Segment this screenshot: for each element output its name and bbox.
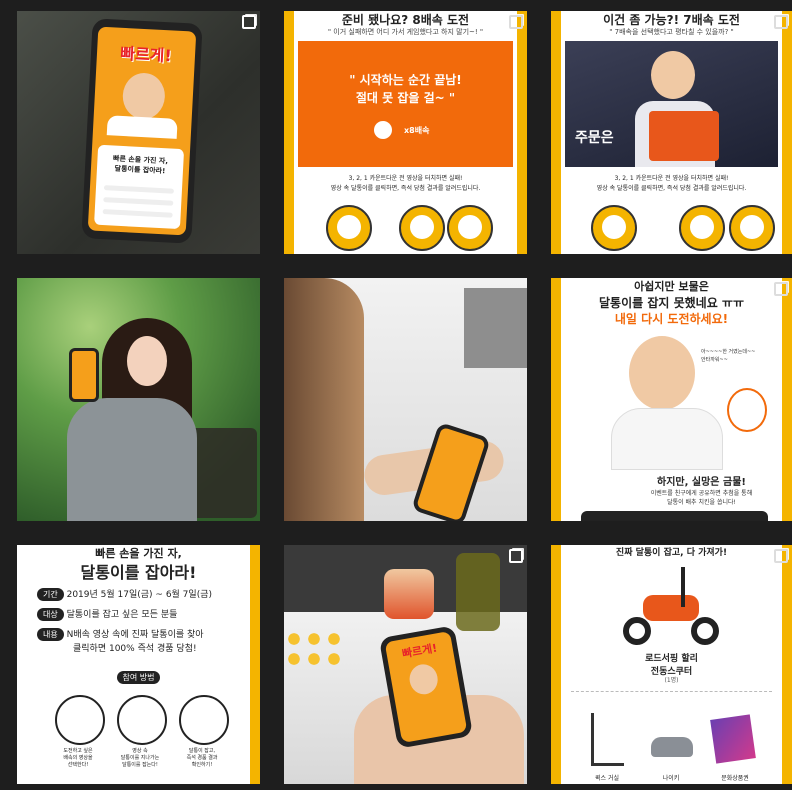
post-tile-6[interactable]: 아쉽지만 보물은 달통이를 잡지 못했네요 ㅠㅠ 내일 다시 도전하세요! 아~… — [551, 278, 792, 521]
multi-post-icon — [509, 15, 523, 29]
post-tile-9[interactable]: 진짜 달통이 잡고, 다 가져가! 로드서핑 할리 전동스쿠터 (1명) 퀵스 … — [551, 545, 792, 784]
post-tile-8[interactable]: 빠르게! — [284, 545, 527, 784]
tea-jar — [456, 553, 500, 631]
hair — [284, 278, 364, 521]
info-row-period: 기간 2019년 5월 17일(금) ~ 6월 7일(금) — [37, 587, 212, 601]
prize-count: (1명) — [664, 677, 679, 684]
post-tile-5[interactable] — [284, 278, 527, 521]
step-1-text: 도전하고 싶은 배속의 영상을 선택한다! — [63, 748, 93, 768]
scooter-image — [623, 567, 719, 645]
coin-2 — [399, 205, 445, 251]
coin-1 — [326, 205, 372, 251]
action-bar[interactable] — [581, 511, 768, 521]
host-face — [629, 336, 695, 410]
video-frame: 주문은 — [565, 41, 778, 167]
box-line-2: 절대 못 잡을 걸~ " — [355, 91, 456, 105]
multi-post-icon — [509, 549, 523, 563]
post-tile-7[interactable]: 빠른 손을 가진 자, 달통이를 잡아라! 기간 2019년 5월 17일(금)… — [17, 545, 260, 784]
top-text: 아쉽지만 보물은 — [634, 280, 709, 293]
item-2: 나이키 — [662, 775, 680, 782]
voucher-image — [710, 714, 756, 764]
note-1: 3, 2, 1 카운트다운 전 영상을 터치하면 실패! — [614, 175, 729, 182]
speed-label: x8배속 — [404, 126, 430, 135]
multi-post-icon — [774, 15, 788, 29]
video-word: 주문은 — [575, 130, 614, 146]
phone — [69, 348, 99, 402]
coin-3 — [447, 205, 493, 251]
runner-icon — [374, 121, 392, 139]
dessert-cup — [384, 569, 434, 619]
bottom-line-3: 달통이 배추 치킨을 쏩니다! — [667, 499, 736, 506]
woman-shirt — [67, 398, 197, 521]
note-2: 영상 속 달통이를 클릭하면, 즉석 당첨 결과를 알려드립니다. — [596, 185, 747, 192]
host-face — [121, 71, 167, 121]
dalttong-character — [727, 388, 767, 432]
host-body — [611, 408, 723, 470]
subheadline: " 7배속을 선택했다고 평타칠 수 있을까? " — [609, 28, 734, 36]
sneaker-image — [651, 737, 693, 757]
step-2-text: 영상 속 달통이를 지나가는 달통이를 잡는다! — [120, 748, 160, 768]
kickboard-image — [591, 713, 624, 766]
phone-caption: 빠른 손을 가진 자, 달통이를 잡아라! — [112, 154, 169, 176]
phone: 빠르게! 빠른 손을 가진 자, 달통이를 잡아라! — [81, 18, 203, 244]
step-3 — [179, 695, 229, 745]
info-row-content: 내용 N배속 영상 속에 진짜 달통이를 찾아 — [37, 627, 204, 641]
info-row-target: 대상 달통이를 잡고 싶은 모든 분들 — [37, 607, 177, 621]
prize-headline: 진짜 달통이 잡고, 다 가져가! — [615, 548, 728, 558]
box-line-1: " 시작하는 순간 끝남! — [349, 73, 462, 87]
coin-1 — [591, 205, 637, 251]
fail-line-2: 내일 다시 도전하세요! — [614, 312, 729, 326]
subheadline: " 이거 실패하면 어디 가서 게임했다고 하지 말기~! " — [327, 28, 484, 36]
note-1: 3, 2, 1 카운트다운 전 영상을 터치하면 실패! — [348, 175, 463, 182]
post-tile-2[interactable]: 준비 됐나요? 8배속 도전 " 이거 실패하면 어디 가서 게임했다고 하지 … — [284, 11, 527, 254]
item-3: 문화상품권 — [721, 775, 749, 782]
multi-post-icon — [774, 549, 788, 563]
prize-name: 로드서핑 할리 전동스쿠터 — [645, 654, 698, 677]
phone-title: 빠르게! — [401, 641, 439, 661]
note-2: 영상 속 달통이를 클릭하면, 즉석 당첨 결과를 알려드립니다. — [330, 185, 481, 192]
flowers — [284, 629, 344, 669]
wall-shadow — [464, 288, 527, 368]
divider — [571, 691, 772, 692]
post-tile-4[interactable] — [17, 278, 260, 521]
host-face — [651, 51, 695, 99]
coin-3 — [729, 205, 775, 251]
headline: 이건 좀 가능?! 7배속 도전 — [603, 13, 740, 27]
woman-face — [127, 336, 167, 386]
multi-post-icon — [242, 15, 256, 29]
bottom-line-1: 하지만, 실망은 금물! — [657, 477, 746, 488]
speed-box: " 시작하는 순간 끝남! 절대 못 잡을 걸~ " x8배속 — [298, 41, 513, 167]
item-1: 퀵스 거실 — [595, 775, 619, 782]
step-1 — [55, 695, 105, 745]
info-row-content-2: 클릭하면 100% 즉석 경품 당첨! — [73, 644, 197, 654]
step-3-text: 달통이 잡고, 즉석 경품 결과 확인하기! — [186, 748, 218, 768]
speech-bubble: 아~~~~한 거였는데~~ 안타까워~~ — [701, 349, 756, 363]
phone-title: 빠르게! — [119, 43, 173, 66]
coin-2 — [679, 205, 725, 251]
headline: 준비 됐나요? 8배속 도전 — [341, 13, 470, 27]
step-2 — [117, 695, 167, 745]
how-to-label: 참여 방법 — [17, 665, 260, 684]
multi-post-icon — [774, 282, 788, 296]
title: 달통이를 잡아라! — [80, 563, 197, 582]
post-tile-3[interactable]: 이건 좀 가능?! 7배속 도전 " 7배속을 선택했다고 평타칠 수 있을까?… — [551, 11, 792, 254]
bottom-line-2: 이벤트를 친구에게 공유하면 추첨을 통해 — [650, 490, 753, 497]
fail-line-1: 달통이를 잡지 못했네요 ㅠㅠ — [598, 296, 744, 310]
post-tile-1[interactable]: 빠르게! 빠른 손을 가진 자, 달통이를 잡아라! — [17, 11, 260, 254]
